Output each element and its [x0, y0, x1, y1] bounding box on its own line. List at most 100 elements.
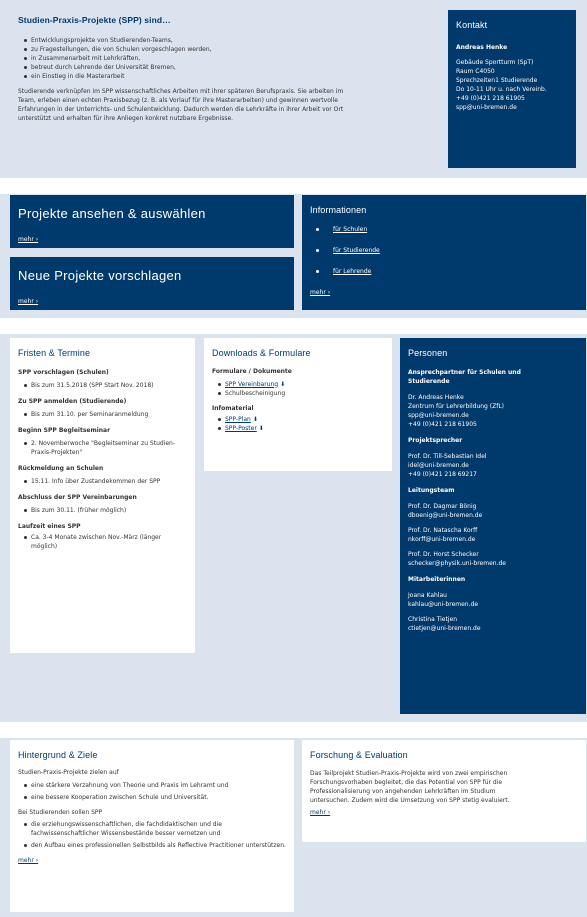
informationen-box: Informationen für Schulen für Studierend… [302, 195, 586, 310]
list-item: Ca. 3-4 Monate zwischen Nov.-März (länge… [18, 533, 187, 551]
forschung-paragraph: Das Teilprojekt Studien-Praxis-Projekte … [310, 769, 578, 805]
fristen-group: Abschluss der SPP Vereinbarungen Bis zum… [18, 493, 187, 515]
kontakt-line: Raum C4050 [456, 67, 495, 75]
text-line: Studierende verknüpfen im SPP wissenscha… [18, 87, 344, 95]
projekte-vorschlagen-title[interactable]: Neue Projekte vorschlagen [18, 266, 286, 286]
person-entry: Christina Tietjen ctietjen@uni-bremen.de [408, 615, 578, 633]
personen-section-head: Leitungsteam [408, 486, 455, 494]
projekte-vorschlagen-box[interactable]: Neue Projekte vorschlagen mehr › [10, 257, 294, 310]
downloads-list: SPP-Plan ⬇ SPP-Poster ⬇ [212, 415, 384, 433]
intro-paragraph: Studierende verknüpfen im SPP wissenscha… [18, 87, 433, 123]
informationen-title: Informationen [310, 205, 367, 215]
fristen-box: Fristen & Termine SPP vorschlagen (Schul… [10, 338, 195, 653]
info-link-studierende[interactable]: für Studierende [333, 247, 380, 254]
spp-vereinbarung-link[interactable]: SPP Vereinbarung [225, 381, 278, 388]
informationen-list: für Schulen für Studierende für Lehrende [310, 225, 578, 276]
kontakt-line: Do 10-11 Uhr u. nach Vereinb. [456, 85, 547, 93]
downloads-subheading: Infomaterial [212, 404, 254, 412]
person-line: Dr. Andreas Henke [408, 393, 464, 401]
fristen-group-head: Zu SPP anmelden (Studierende) [18, 397, 127, 405]
projekte-vorschlagen-more-link[interactable]: mehr › [18, 297, 286, 306]
list-item: betreut durch Lehrende der Universität B… [18, 63, 433, 72]
person-entry: Prof. Dr. Till-Sebastian Idel idel@uni-b… [408, 452, 578, 479]
list-item: Bis zum 30.11. (früher möglich) [18, 506, 187, 515]
divider-strip [0, 722, 587, 738]
download-icon[interactable]: ⬇ [253, 416, 258, 423]
divider-strip [0, 318, 587, 334]
list-item: ein Einstieg in die Masterarbeit [18, 72, 433, 81]
list-item: Schulbescheinigung [212, 389, 384, 398]
personen-title: Personen [408, 348, 448, 358]
list-item: Bis zum 31.5.2018 (SPP Start Nov. 2018) [18, 381, 187, 390]
list-item: SPP Vereinbarung ⬇ [212, 380, 384, 389]
text-line: unterstützt und erhalten für ihre Anlieg… [18, 114, 234, 122]
person-email-link[interactable]: spp@uni-bremen.de [408, 411, 578, 420]
download-icon[interactable]: ⬇ [259, 425, 264, 432]
person-email-link[interactable]: schecker@physik.uni-bremen.de [408, 559, 578, 568]
kontakt-line: +49 (0)421 218 61905 [456, 94, 525, 102]
person-entry: Prof. Dr. Horst Schecker schecker@physik… [408, 550, 578, 568]
person-line: Christina Tietjen [408, 615, 458, 623]
kontakt-box: Kontakt Andreas Henke Gebäude Sportturm … [448, 10, 576, 168]
fristen-group-head: Rückmeldung an Schulen [18, 464, 104, 472]
hintergrund-box: Hintergrund & Ziele Studien-Praxis-Proje… [10, 740, 294, 912]
list-item: 15.11. Info über Zustandekommen der SPP [18, 477, 187, 486]
person-entry: Dr. Andreas Henke Zentrum für Lehrerbild… [408, 393, 578, 429]
text-line: Professionalisierung von angehenden Lehr… [310, 787, 496, 795]
hintergrund-list: eine stärkere Verzahnung von Theorie und… [18, 781, 286, 802]
kontakt-line: Sprechzeiten1 Studierende [456, 76, 538, 84]
person-line: Prof. Dr. Dagmar Bönig [408, 502, 477, 510]
forschung-more-link[interactable]: mehr › [310, 808, 578, 817]
kontakt-email-link[interactable]: spp@uni-bremen.de [456, 103, 568, 112]
text-line: untersuchen. Zudem wird die Umsetzung vo… [310, 796, 510, 804]
person-line: Zentrum für Lehrerbildung (ZfL) [408, 402, 505, 410]
person-entry: Joana Kahlau kahlau@uni-bremen.de [408, 591, 578, 609]
info-link-schulen[interactable]: für Schulen [333, 226, 367, 233]
text-line: Forschungsvorhaben begleitet, die das Po… [310, 778, 503, 786]
person-email-link[interactable]: ctietjen@uni-bremen.de [408, 624, 578, 633]
projekte-ansehen-title[interactable]: Projekte ansehen & auswählen [18, 204, 286, 224]
person-email-link[interactable]: kahlau@uni-bremen.de [408, 600, 578, 609]
person-email-link[interactable]: idel@uni-bremen.de [408, 461, 578, 470]
fristen-group: Beginn SPP Begleitseminar 2. Novemberwoc… [18, 426, 187, 457]
download-icon[interactable]: ⬇ [280, 381, 285, 388]
spp-poster-link[interactable]: SPP-Poster [225, 425, 257, 432]
hintergrund-intro: Bei Studierenden sollen SPP [18, 808, 103, 816]
downloads-title: Downloads & Formulare [212, 348, 311, 358]
downloads-box: Downloads & Formulare Formulare / Dokume… [204, 338, 392, 471]
person-email-link[interactable]: dboenig@uni-bremen.de [408, 511, 578, 520]
fristen-group: Laufzeit eines SPP Ca. 3-4 Monate zwisch… [18, 522, 187, 551]
informationen-more-link[interactable]: mehr › [310, 288, 578, 297]
personen-box: Personen Ansprechpartner für Schulen und… [400, 338, 586, 714]
text-line: Team, erleben einen echten Praxisbezug (… [18, 96, 338, 104]
projekte-ansehen-more-link[interactable]: mehr › [18, 235, 286, 244]
person-line: +49 (0)421 218 61905 [408, 420, 477, 428]
person-line: Prof. Dr. Natascha Korff [408, 526, 478, 534]
list-item: eine stärkere Verzahnung von Theorie und… [18, 781, 286, 790]
spp-plan-link[interactable]: SPP-Plan [225, 416, 251, 423]
projekte-ansehen-box[interactable]: Projekte ansehen & auswählen mehr › [10, 195, 294, 248]
list-item: den Aufbau eines professionellen Selbstb… [18, 841, 286, 850]
forschung-title: Forschung & Evaluation [310, 750, 408, 760]
person-line: +49 (0)421 218 69217 [408, 470, 477, 478]
hintergrund-more-link[interactable]: mehr › [18, 856, 286, 865]
text-line: Erfahrungen in der Unterrichts- und Schu… [18, 105, 344, 113]
info-link-lehrende[interactable]: für Lehrende [333, 268, 371, 275]
list-item: zu Fragestellungen, die von Schulen vorg… [18, 45, 433, 54]
list-item: Entwicklungsprojekte von Studierenden-Te… [18, 36, 433, 45]
text-line: Das Teilprojekt Studien-Praxis-Projekte … [310, 769, 508, 777]
downloads-list: SPP Vereinbarung ⬇ Schulbescheinigung [212, 380, 384, 398]
personen-section-head: Ansprechpartner für Schulen und Studiere… [408, 368, 521, 385]
forschung-box: Forschung & Evaluation Das Teilprojekt S… [302, 740, 586, 842]
list-item: eine bessere Kooperation zwischen Schule… [18, 793, 286, 802]
person-email-link[interactable]: nkorff@uni-bremen.de [408, 535, 578, 544]
person-entry: Prof. Dr. Dagmar Bönig dboenig@uni-breme… [408, 502, 578, 520]
intro-list: Entwicklungsprojekte von Studierenden-Te… [18, 36, 433, 81]
person-line: Prof. Dr. Horst Schecker [408, 550, 479, 558]
person-entry: Prof. Dr. Natascha Korff nkorff@uni-brem… [408, 526, 578, 544]
hintergrund-title: Hintergrund & Ziele [18, 750, 98, 760]
kontakt-line: Gebäude Sportturm (SpT) [456, 58, 534, 66]
list-item: SPP-Plan ⬇ [212, 415, 384, 424]
fristen-group-head: SPP vorschlagen (Schulen) [18, 368, 109, 376]
fristen-group: Zu SPP anmelden (Studierende) Bis zum 31… [18, 397, 187, 419]
